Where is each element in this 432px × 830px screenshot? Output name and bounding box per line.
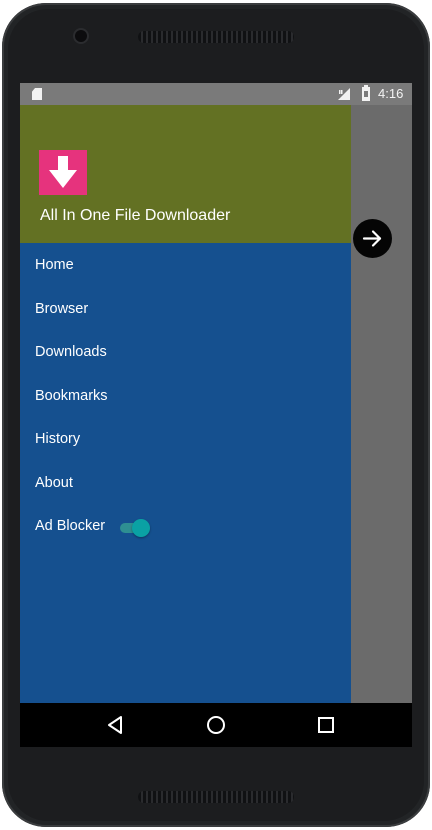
back-icon [108,716,122,734]
screen: 4:16 All In One File Downloader Home Bro… [20,83,412,747]
menu-item-label: Bookmarks [35,388,108,404]
menu-item-label: Ad Blocker [35,518,106,534]
menu-item-history[interactable]: History [20,419,351,459]
drawer-header: All In One File Downloader [20,105,351,243]
menu-item-bookmarks[interactable]: Bookmarks [20,376,351,416]
download-arrow-icon [39,150,87,195]
signal-icon [338,88,350,100]
menu-item-label: Downloads [35,344,107,360]
battery-icon [362,85,370,101]
sd-card-icon [32,88,42,100]
ad-blocker-toggle[interactable] [120,518,152,537]
menu-item-home[interactable]: Home [20,245,351,285]
home-icon [207,716,225,734]
home-button[interactable] [186,703,246,747]
menu-item-label: History [35,431,81,447]
status-time: 4:16 [378,86,404,101]
arrow-right-button[interactable] [353,219,392,258]
menu-item-downloads[interactable]: Downloads [20,332,351,372]
recents-icon [318,717,334,733]
phone-frame: 4:16 All In One File Downloader Home Bro… [2,3,430,827]
arrow-right-icon [362,230,382,247]
menu-item-label: About [35,475,73,491]
recents-button[interactable] [296,703,356,747]
top-speaker [138,31,294,43]
menu-item-browser[interactable]: Browser [20,289,351,329]
app-title: All In One File Downloader [40,207,231,224]
bottom-speaker [138,791,294,803]
back-button[interactable] [86,703,146,747]
menu-item-label: Home [35,257,74,273]
menu-item-about[interactable]: About [20,463,351,503]
front-camera [75,30,87,42]
status-bar: 4:16 [20,83,412,105]
navigation-drawer: All In One File Downloader Home Browser … [20,105,351,703]
toggle-thumb [132,519,150,537]
navigation-bar [20,703,412,747]
menu-item-label: Browser [35,301,89,317]
menu-item-ad-blocker[interactable]: Ad Blocker [20,506,351,546]
